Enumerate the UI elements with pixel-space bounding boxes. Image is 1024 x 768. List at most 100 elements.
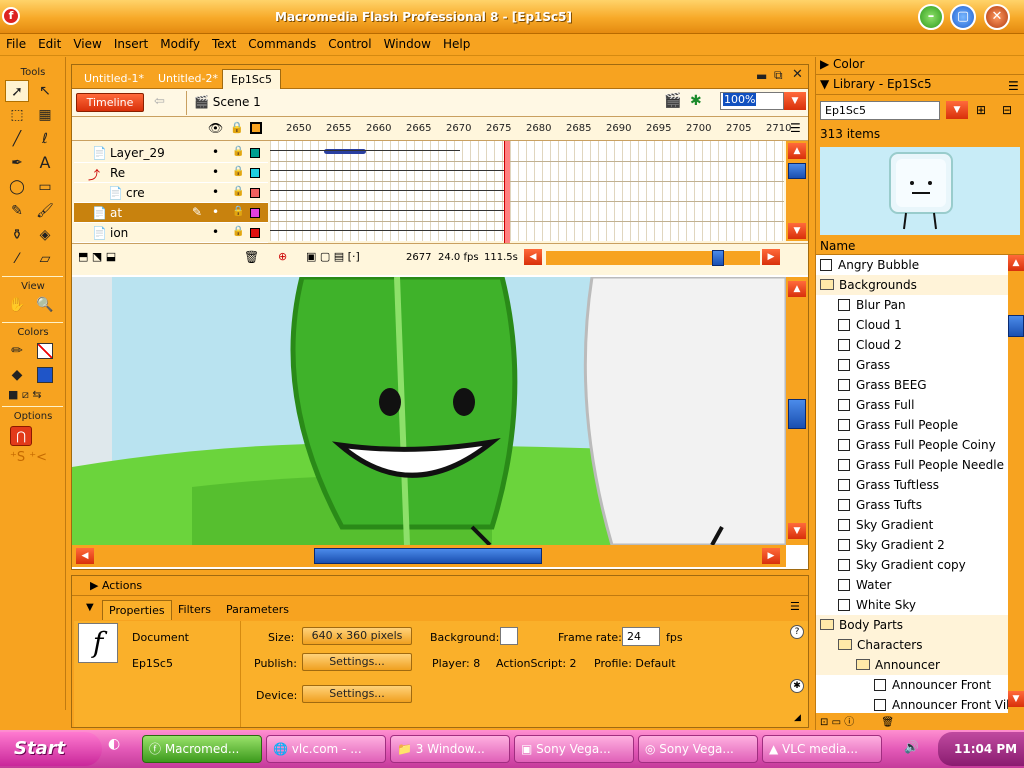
library-item[interactable]: Grass Full People Needle — [816, 455, 1008, 475]
tab-properties[interactable]: Properties — [102, 600, 172, 620]
smooth-straighten-icons[interactable]: ⁺S ⁺< — [10, 450, 65, 465]
library-item[interactable]: Announcer Front — [816, 675, 1008, 695]
add-layer-icons[interactable]: ⬒ ⬔ ⬓ — [78, 250, 116, 263]
stage-hscroll[interactable]: ◀ ▶ — [72, 545, 786, 567]
library-folder[interactable]: Body Parts — [816, 615, 1008, 635]
brush-tool-icon[interactable]: 🖌 — [33, 200, 57, 222]
subselection-tool-icon[interactable]: ↖ — [33, 80, 57, 102]
menu-control[interactable]: Control — [322, 34, 377, 54]
document-size-button[interactable]: 640 x 360 pixels — [302, 627, 412, 645]
timeline-menu-icon[interactable]: ☰ — [790, 121, 801, 135]
zoom-tool-icon[interactable]: 🔍 — [33, 294, 57, 316]
tl-hscroll-thumb[interactable] — [712, 250, 724, 266]
delete-item-icon[interactable]: 🗑 — [881, 717, 894, 728]
layer-row[interactable]: 📄 cre • 🔒 — [74, 183, 268, 203]
library-item[interactable]: Grass Tufts — [816, 495, 1008, 515]
pin-library-icon[interactable]: ⊞ — [976, 103, 986, 117]
task-vlc-com[interactable]: 🌐 vlc.com - ... — [266, 735, 386, 763]
flash-app-icon[interactable]: f — [2, 7, 20, 25]
timeline-toggle-button[interactable]: Timeline — [76, 93, 144, 112]
menu-commands[interactable]: Commands — [242, 34, 322, 54]
menu-modify[interactable]: Modify — [154, 34, 206, 54]
visibility-dot[interactable]: • — [212, 185, 219, 199]
library-folder[interactable]: Announcer — [816, 655, 1008, 675]
library-folder[interactable]: Characters — [816, 635, 1008, 655]
task-flash[interactable]: ⓕ Macromed... — [142, 735, 262, 763]
eye-icon[interactable]: 👁 — [208, 121, 223, 135]
library-item[interactable]: Grass Full — [816, 395, 1008, 415]
tl-hscroll-track[interactable] — [546, 250, 760, 266]
stage-scroll-up-icon[interactable]: ▲ — [788, 281, 806, 297]
timeline-vscroll[interactable]: ▲ ▼ — [786, 141, 808, 241]
doc-minimize-icon[interactable]: ▬ — [756, 69, 767, 83]
lock-toggle-icon[interactable]: 🔒 — [232, 206, 244, 217]
background-color-swatch[interactable] — [500, 627, 518, 645]
library-item[interactable]: Cloud 2 — [816, 335, 1008, 355]
tl-scroll-right-icon[interactable]: ▶ — [762, 249, 780, 265]
scene-breadcrumb[interactable]: 🎬 Scene 1 — [194, 95, 261, 109]
visibility-dot[interactable]: • — [212, 145, 219, 159]
menu-file[interactable]: File — [0, 34, 32, 54]
doc-restore-icon[interactable]: ⧉ — [774, 68, 783, 83]
visibility-dot[interactable]: • — [212, 205, 219, 219]
delete-layer-icon[interactable]: 🗑 — [244, 250, 259, 264]
gradient-transform-tool-icon[interactable]: ▦ — [33, 104, 57, 126]
library-item[interactable]: Water — [816, 575, 1008, 595]
menu-insert[interactable]: Insert — [108, 34, 154, 54]
tab-parameters[interactable]: Parameters — [220, 600, 295, 620]
layer-color-swatch[interactable] — [250, 208, 260, 218]
library-item[interactable]: Grass Full People Coiny — [816, 435, 1008, 455]
library-item[interactable]: Grass BEEG — [816, 375, 1008, 395]
lasso-tool-icon[interactable]: ℓ — [33, 128, 57, 150]
stage-vscroll-thumb[interactable] — [788, 399, 806, 429]
stage-scroll-right-icon[interactable]: ▶ — [762, 548, 780, 564]
task-windows[interactable]: 📁 3 Window... — [390, 735, 510, 763]
layer-color-swatch[interactable] — [250, 168, 260, 178]
zoom-field[interactable]: 100% — [720, 92, 784, 110]
task-sony-vegas-2[interactable]: ◎ Sony Vega... — [638, 735, 758, 763]
tl-scroll-left-icon[interactable]: ◀ — [524, 249, 542, 265]
visibility-dot[interactable]: • — [212, 225, 219, 239]
lock-icon[interactable]: 🔒 — [230, 121, 244, 134]
collapse-arrow-icon[interactable]: ▼ — [86, 602, 94, 613]
text-tool-icon[interactable]: A — [33, 152, 57, 174]
pen-tool-icon[interactable]: ✒ — [5, 152, 29, 174]
props-menu-icon[interactable]: ☰ — [790, 600, 800, 613]
library-item[interactable]: White Sky — [816, 595, 1008, 615]
properties-icon[interactable]: ⓘ — [844, 717, 854, 728]
center-frame-icon[interactable]: ⊕ — [278, 250, 287, 263]
layer-row[interactable]: ⤴ Re • 🔒 — [74, 163, 268, 183]
menu-window[interactable]: Window — [378, 34, 437, 54]
library-item[interactable]: Grass Tuftless — [816, 475, 1008, 495]
maximize-button[interactable]: ▢ — [950, 4, 976, 30]
start-button[interactable]: Start — [0, 732, 102, 766]
color-panel-header[interactable]: ▶ Color — [816, 57, 1024, 75]
layer-color-swatch[interactable] — [250, 228, 260, 238]
stage-scroll-down-icon[interactable]: ▼ — [788, 523, 806, 539]
device-settings-button[interactable]: Settings... — [302, 685, 412, 703]
lock-toggle-icon[interactable]: 🔒 — [232, 146, 244, 157]
library-item[interactable]: Cloud 1 — [816, 315, 1008, 335]
library-select-dropdown-icon[interactable]: ▼ — [946, 101, 968, 119]
back-arrow-icon[interactable]: ⇦ — [154, 94, 165, 109]
paint-bucket-tool-icon[interactable]: ◈ — [33, 224, 57, 246]
name-column-header[interactable]: Name — [816, 239, 1024, 255]
library-select[interactable]: Ep1Sc5 — [820, 101, 940, 120]
zoom-dropdown-icon[interactable]: ▼ — [784, 92, 806, 110]
pencil-tool-icon[interactable]: ✎ — [5, 200, 29, 222]
library-item[interactable]: Sky Gradient 2 — [816, 535, 1008, 555]
lock-toggle-icon[interactable]: 🔒 — [232, 166, 244, 177]
resize-grip-icon[interactable]: ◢ — [794, 713, 801, 723]
menu-text[interactable]: Text — [206, 34, 242, 54]
task-sony-vegas-1[interactable]: ▣ Sony Vega... — [514, 735, 634, 763]
stage-vscroll[interactable]: ▲ ▼ — [786, 277, 808, 545]
rectangle-tool-icon[interactable]: ▭ — [33, 176, 57, 198]
menu-edit[interactable]: Edit — [32, 34, 67, 54]
menu-view[interactable]: View — [67, 34, 107, 54]
scroll-up-icon[interactable]: ▲ — [788, 143, 806, 159]
actions-panel-header[interactable]: ▶ Actions — [72, 576, 808, 596]
library-item[interactable]: Grass — [816, 355, 1008, 375]
task-vlc-media[interactable]: ▲ VLC media... — [762, 735, 882, 763]
doc-close-icon[interactable]: ✕ — [792, 67, 803, 82]
eraser-tool-icon[interactable]: ▱ — [33, 248, 57, 270]
